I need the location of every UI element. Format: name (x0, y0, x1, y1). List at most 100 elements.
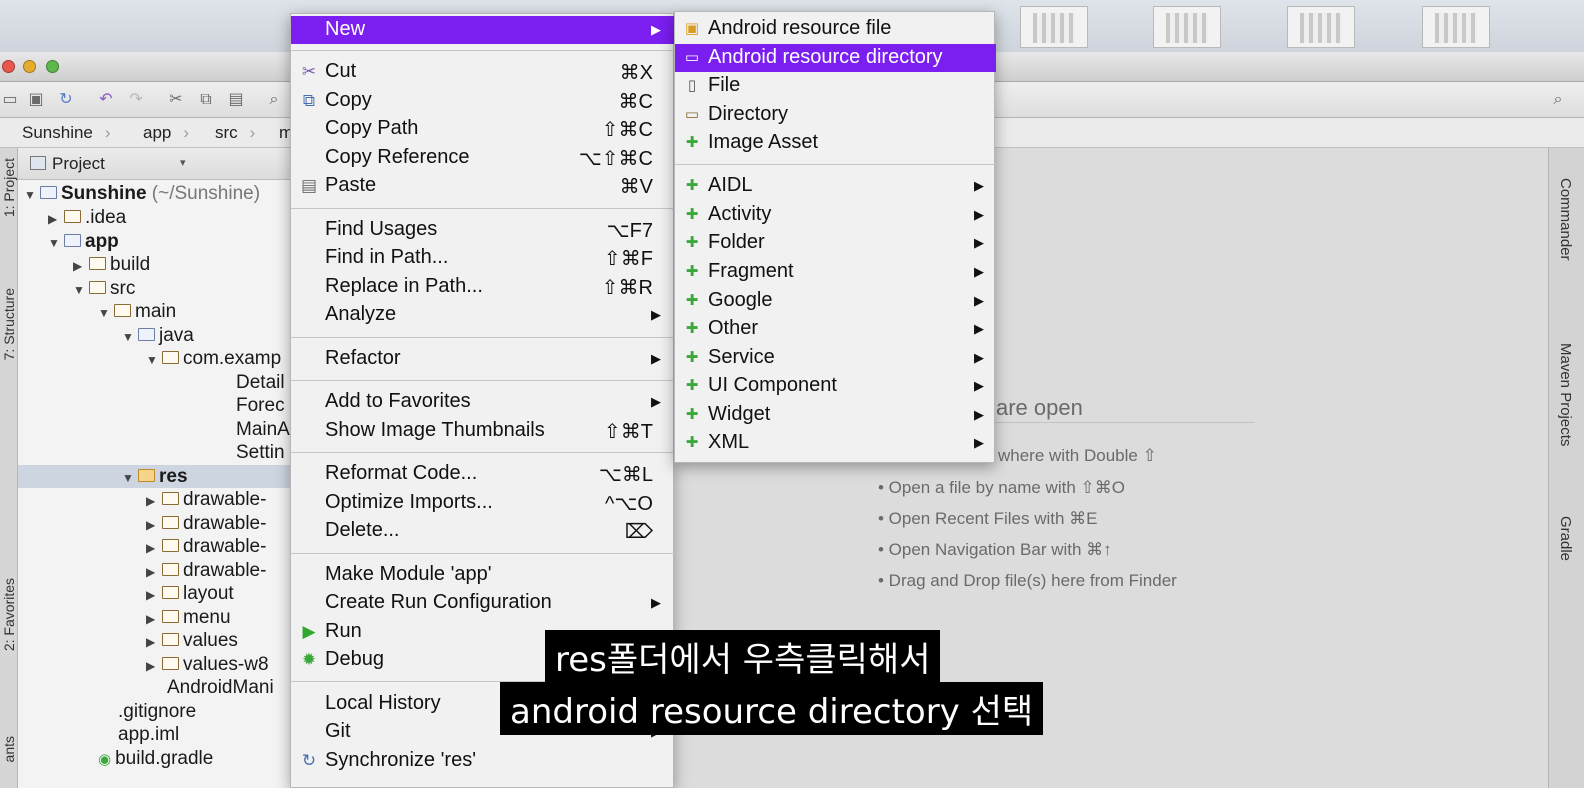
submenu-item-android-resource-file[interactable]: ▣ Android resource file (675, 15, 996, 43)
menu-separator (291, 452, 675, 453)
tool-tab-maven-projects[interactable]: Maven Projects (1557, 343, 1574, 446)
android-icon: ✚ (685, 263, 699, 280)
tree-item-values-w8[interactable]: ▶ values-w8 (146, 654, 269, 677)
submenu-item-widget[interactable]: ✚ Widget ▶ (675, 401, 996, 429)
menu-item-new[interactable]: New ▶ (291, 16, 675, 44)
redo-icon[interactable]: ↷ (126, 90, 146, 110)
tree-item-app-iml[interactable]: app.iml (118, 724, 179, 747)
folder-icon (162, 610, 179, 623)
menu-item-cut[interactable]: ✂ Cut ⌘X (291, 58, 675, 86)
tree-item-drawable[interactable]: ▶ drawable- (146, 513, 266, 536)
project-view-label: Project (52, 154, 105, 173)
search-everywhere-icon[interactable]: ⌕ (1548, 90, 1568, 110)
tool-tab-project[interactable]: 1: Project (1, 158, 17, 217)
undo-icon[interactable]: ↶ (96, 90, 116, 110)
tool-tab-build-variants[interactable]: ants (1, 736, 17, 762)
window-thumbnail[interactable] (1020, 6, 1088, 48)
sync-icon[interactable]: ↻ (56, 90, 76, 110)
menu-item-copy[interactable]: ⧉ Copy ⌘C (291, 87, 675, 115)
tree-item-drawable[interactable]: ▶ drawable- (146, 560, 266, 583)
menu-item-optimize-imports[interactable]: Optimize Imports... ^⌥O (291, 489, 675, 517)
left-tool-gutter: 1: Project 7: Structure 2: Favorites ant… (0, 148, 18, 788)
window-thumbnail[interactable] (1422, 6, 1490, 48)
tree-item-manifest[interactable]: AndroidMani (167, 677, 274, 700)
tree-item-idea[interactable]: ▶ .idea (48, 207, 126, 230)
window-thumbnail[interactable] (1287, 6, 1355, 48)
gradle-icon: ◉ (98, 751, 112, 768)
tree-item-layout[interactable]: ▶ layout (146, 583, 234, 606)
breadcrumb-item[interactable]: src (215, 123, 255, 143)
tree-item-drawable[interactable]: ▶ drawable- (146, 536, 266, 559)
submenu-item-fragment[interactable]: ✚ Fragment ▶ (675, 258, 996, 286)
tree-item-class[interactable]: Detail (236, 372, 285, 395)
open-folder-icon[interactable]: ▭ (0, 90, 20, 110)
menu-item-reformat-code[interactable]: Reformat Code... ⌥⌘L (291, 460, 675, 488)
submenu-item-google[interactable]: ✚ Google ▶ (675, 287, 996, 315)
tree-item-java[interactable]: ▼ java (122, 325, 194, 348)
tree-item-values[interactable]: ▶ values (146, 630, 238, 653)
folder-icon (162, 563, 179, 576)
paste-icon[interactable]: ▤ (226, 90, 246, 110)
copy-icon[interactable]: ⧉ (196, 90, 216, 110)
tree-item-drawable[interactable]: ▶ drawable- (146, 489, 266, 512)
tree-item-class[interactable]: Settin (236, 442, 285, 465)
chevron-right-icon: ▶ (651, 595, 661, 610)
tool-tab-structure[interactable]: 7: Structure (1, 288, 17, 360)
tree-item-class[interactable]: MainA (236, 419, 290, 442)
android-icon: ✚ (685, 134, 699, 151)
tree-item-build-gradle[interactable]: ◉ build.gradle (98, 748, 213, 771)
find-icon[interactable]: ⌕ (264, 90, 284, 110)
breadcrumb-item[interactable]: Sunshine (22, 123, 111, 143)
menu-item-delete[interactable]: Delete... ⌦ (291, 517, 675, 545)
submenu-item-xml[interactable]: ✚ XML ▶ (675, 429, 996, 457)
submenu-item-service[interactable]: ✚ Service ▶ (675, 344, 996, 372)
submenu-item-folder[interactable]: ✚ Folder ▶ (675, 229, 996, 257)
tree-item-app[interactable]: ▼ app (48, 231, 119, 254)
submenu-item-directory[interactable]: ▭ Directory (675, 101, 996, 129)
cut-icon[interactable]: ✂ (166, 90, 186, 110)
zoom-window-button[interactable] (46, 60, 59, 73)
submenu-item-file[interactable]: ▯ File (675, 72, 996, 100)
folder-icon (114, 304, 131, 317)
tree-item-src[interactable]: ▼ src (73, 278, 135, 301)
tree-item-main[interactable]: ▼ main (98, 301, 176, 324)
submenu-item-other[interactable]: ✚ Other ▶ (675, 315, 996, 343)
menu-item-create-run-configuration[interactable]: Create Run Configuration ▶ (291, 589, 675, 617)
chevron-right-icon: ▶ (974, 293, 984, 308)
menu-item-add-to-favorites[interactable]: Add to Favorites ▶ (291, 388, 675, 416)
tree-item-build[interactable]: ▶ build (73, 254, 150, 277)
tree-item-res[interactable]: ▼ res (122, 466, 188, 489)
close-window-button[interactable] (2, 60, 15, 73)
menu-item-find-usages[interactable]: Find Usages ⌥F7 (291, 216, 675, 244)
menu-item-show-image-thumbnails[interactable]: Show Image Thumbnails ⇧⌘T (291, 417, 675, 445)
tree-item-gitignore[interactable]: .gitignore (118, 701, 196, 724)
menu-item-copy-reference[interactable]: Copy Reference ⌥⇧⌘C (291, 144, 675, 172)
source-folder-icon (138, 328, 155, 341)
menu-item-make-module[interactable]: Make Module 'app' (291, 561, 675, 589)
submenu-item-image-asset[interactable]: ✚ Image Asset (675, 129, 996, 157)
submenu-item-ui-component[interactable]: ✚ UI Component ▶ (675, 372, 996, 400)
tree-item-sunshine[interactable]: ▼ Sunshine (~/Sunshine) (24, 183, 260, 206)
save-icon[interactable]: ▣ (26, 90, 46, 110)
tree-item-package[interactable]: ▼ com.examp (146, 348, 281, 371)
menu-item-refactor[interactable]: Refactor ▶ (291, 345, 675, 373)
menu-item-synchronize[interactable]: ↻ Synchronize 'res' (291, 747, 675, 775)
breadcrumb-item[interactable]: app (143, 123, 189, 143)
submenu-item-activity[interactable]: ✚ Activity ▶ (675, 201, 996, 229)
minimize-window-button[interactable] (23, 60, 36, 73)
window-thumbnail[interactable] (1153, 6, 1221, 48)
submenu-item-android-resource-directory[interactable]: ▭ Android resource directory (675, 44, 996, 72)
tool-tab-favorites[interactable]: 2: Favorites (1, 578, 17, 651)
tree-item-class[interactable]: Forec (236, 395, 285, 418)
menu-item-analyze[interactable]: Analyze ▶ (291, 301, 675, 329)
tool-tab-commander[interactable]: Commander (1557, 178, 1574, 261)
chevron-right-icon: ▶ (651, 351, 661, 366)
menu-item-find-in-path[interactable]: Find in Path... ⇧⌘F (291, 244, 675, 272)
project-view-selector[interactable]: Project ▾ (18, 148, 290, 180)
menu-item-replace-in-path[interactable]: Replace in Path... ⇧⌘R (291, 273, 675, 301)
menu-item-copy-path[interactable]: Copy Path ⇧⌘C (291, 115, 675, 143)
submenu-item-aidl[interactable]: ✚ AIDL ▶ (675, 172, 996, 200)
tree-item-menu[interactable]: ▶ menu (146, 607, 231, 630)
tool-tab-gradle[interactable]: Gradle (1557, 516, 1574, 561)
menu-item-paste[interactable]: ▤ Paste ⌘V (291, 172, 675, 200)
